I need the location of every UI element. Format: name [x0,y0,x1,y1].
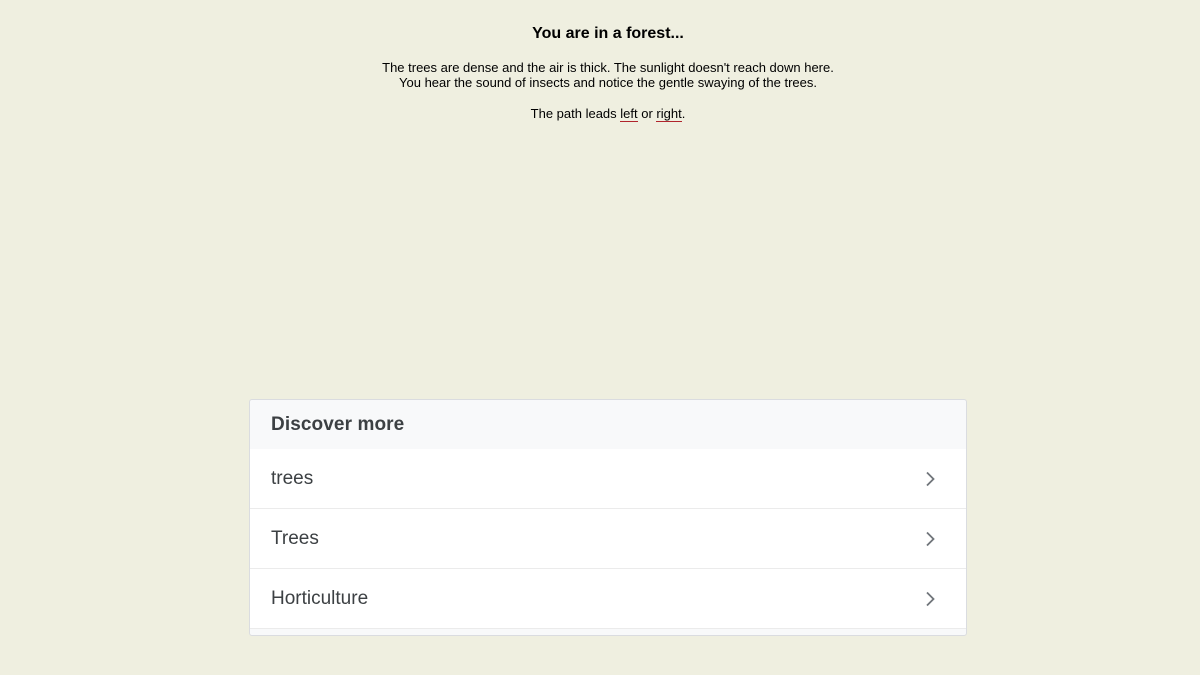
description-line-1: The trees are dense and the air is thick… [382,60,834,75]
chevron-right-icon [922,531,938,547]
discover-item-trees[interactable]: trees [250,449,966,509]
discover-item-label: Trees [271,527,319,549]
story-title: You are in a forest... [532,25,684,42]
discover-item-label: trees [271,467,314,489]
story-section: You are in a forest... The trees are den… [0,0,1200,122]
discover-item-horticulture[interactable]: Horticulture [250,569,966,629]
story-description: The trees are dense and the air is thick… [0,60,1200,90]
discover-more-title: Discover more [271,413,405,435]
chevron-right-icon [922,471,938,487]
description-line-2: You hear the sound of insects and notice… [399,75,817,90]
path-prefix: The path leads [530,106,621,121]
discover-item-label: Horticulture [271,587,369,609]
discover-item-trees-capitalized[interactable]: Trees [250,509,966,569]
chevron-right-icon [922,591,938,607]
path-suffix: . [681,106,686,121]
discover-more-panel: Discover more trees Trees Horticulture [249,399,967,636]
path-choice-text: The path leads left or right. [0,106,1200,122]
right-path-link[interactable]: right [656,106,682,122]
left-path-link[interactable]: left [620,106,638,122]
path-middle: or [637,106,657,121]
